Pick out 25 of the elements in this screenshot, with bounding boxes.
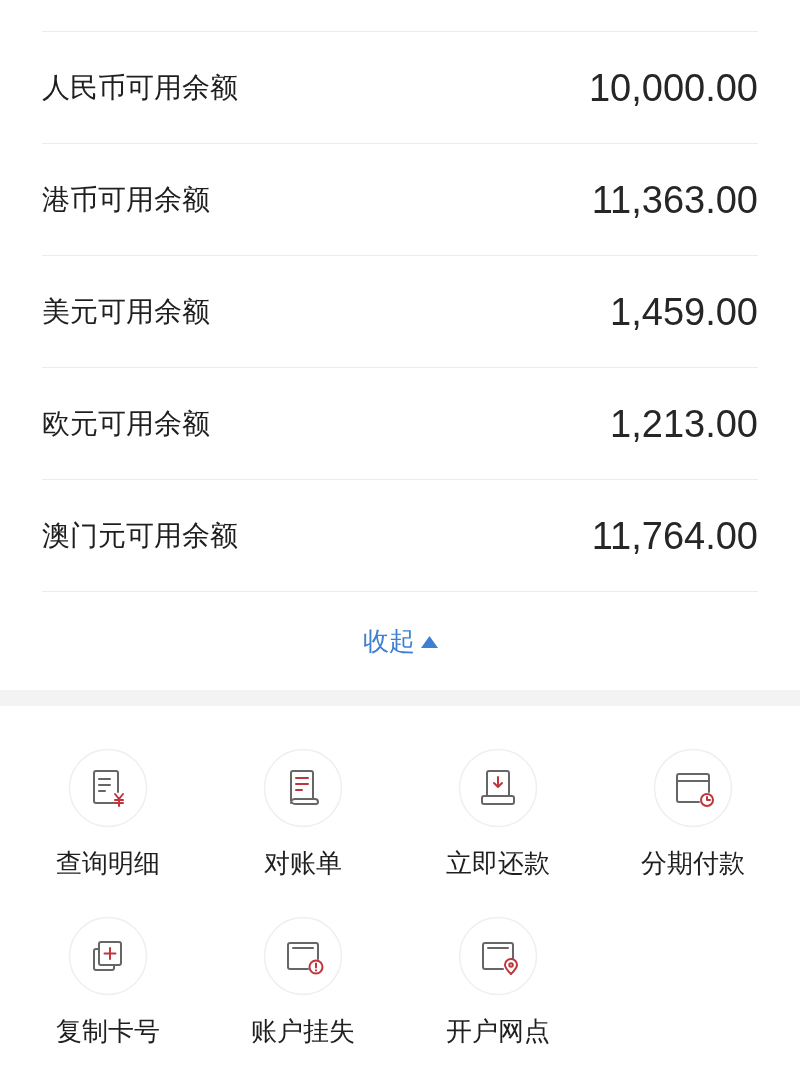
card-pin-icon — [457, 916, 538, 996]
copy-plus-icon — [67, 916, 148, 996]
document-scroll-icon — [262, 748, 343, 828]
balance-label: 美元可用余额 — [42, 294, 210, 329]
balance-label: 欧元可用余额 — [42, 406, 210, 441]
shortcut-button[interactable]: 开户网点 — [445, 916, 550, 1049]
shortcut-button[interactable]: 查询明细 — [55, 748, 160, 881]
shortcut-button[interactable]: 对账单 — [262, 748, 343, 881]
shortcut-button[interactable]: 账户挂失 — [250, 916, 355, 1049]
balance-label: 澳门元可用余额 — [42, 518, 238, 553]
balance-amount: 11,764.00 — [591, 515, 758, 558]
shortcut-button[interactable]: 立即还款 — [445, 748, 550, 881]
balance-amount: 1,459.00 — [610, 291, 758, 334]
collapse-button[interactable]: 收起 — [362, 624, 438, 659]
balance-label: 人民币可用余额 — [42, 70, 238, 105]
shortcut-button[interactable]: 分期付款 — [640, 748, 745, 881]
card-alert-icon — [262, 916, 343, 996]
card-clock-icon — [652, 748, 733, 828]
bill-yen-icon — [67, 748, 148, 828]
balance-amount: 11,363.00 — [591, 179, 758, 222]
balance-amount: 1,213.00 — [610, 403, 758, 446]
balance-label: 港币可用余额 — [42, 182, 210, 217]
shortcut-button[interactable]: 复制卡号 — [55, 916, 160, 1049]
balance-amount: 10,000.00 — [588, 67, 758, 110]
download-tray-icon — [457, 748, 538, 828]
